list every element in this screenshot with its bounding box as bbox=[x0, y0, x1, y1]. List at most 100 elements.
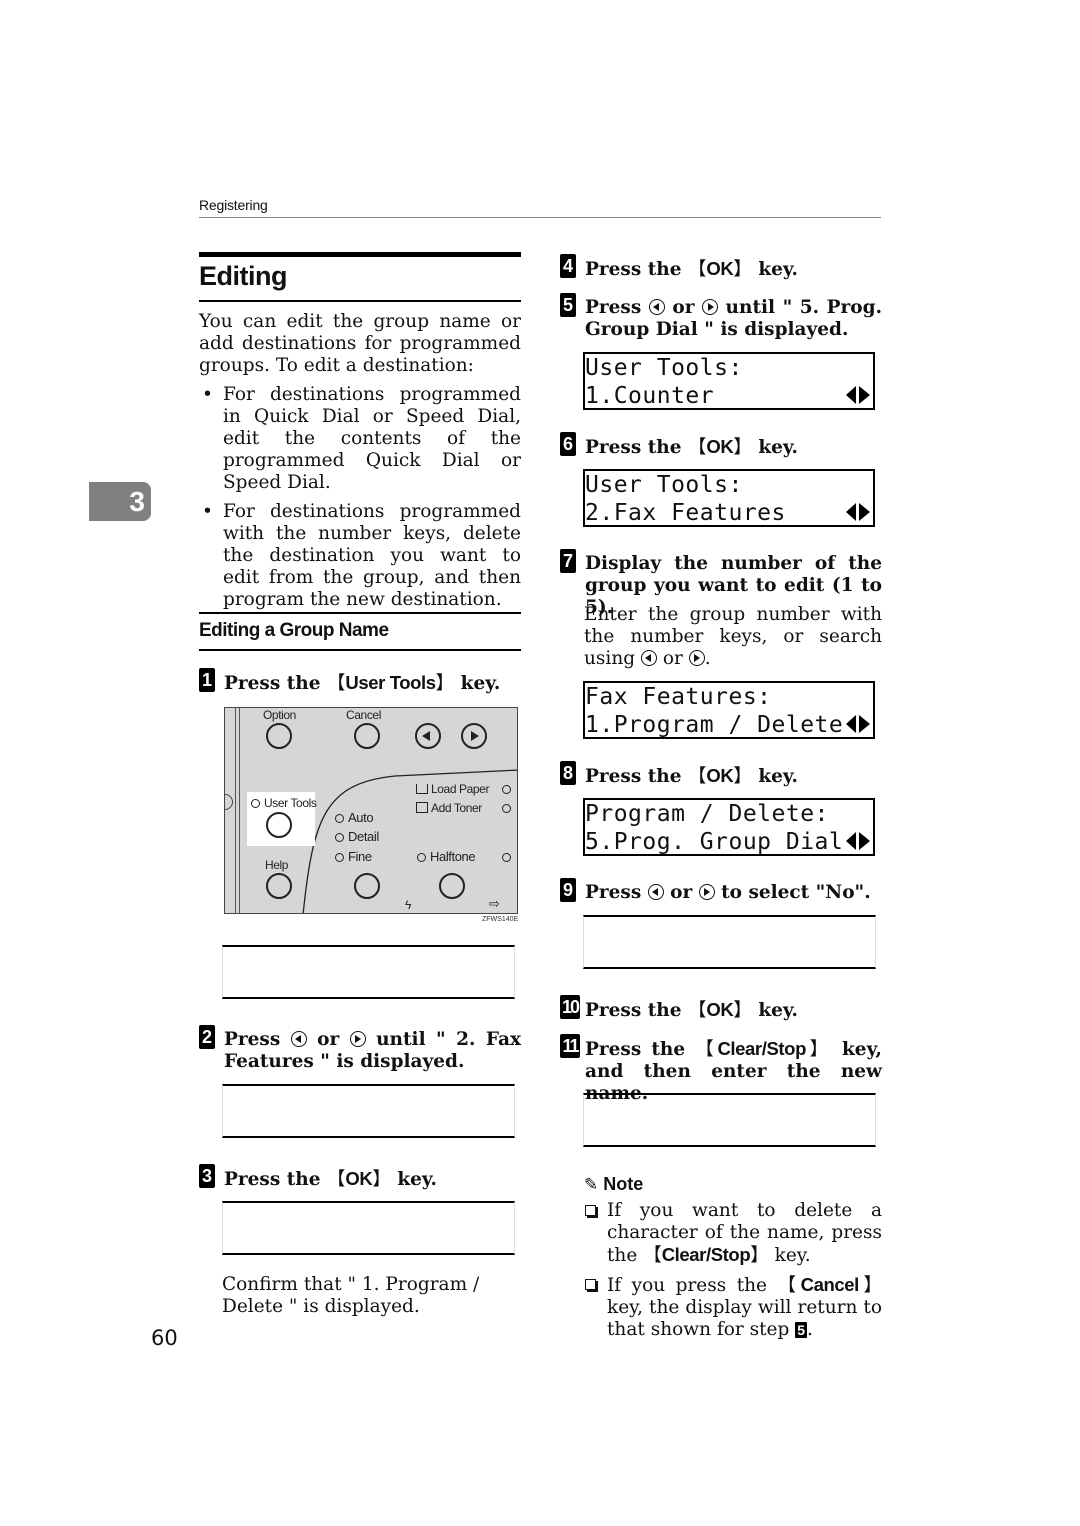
fine-text: Fine bbox=[348, 849, 372, 864]
lcd-line-1: User Tools: bbox=[585, 355, 743, 381]
halftone-label: Halftone bbox=[417, 849, 476, 864]
step-text: Press the bbox=[585, 259, 688, 280]
bracket-open: 【 bbox=[687, 437, 707, 458]
section-title: Editing bbox=[199, 261, 287, 291]
step-number: 11 bbox=[560, 1034, 580, 1058]
step-text: Press the bbox=[585, 1000, 688, 1021]
fine-led bbox=[335, 853, 344, 862]
bracket-open: 【 bbox=[695, 1039, 718, 1060]
display-placeholder bbox=[583, 915, 876, 969]
bullet-list: For destinations programmed in Quick Dia… bbox=[199, 384, 521, 618]
help-label: Help bbox=[265, 858, 289, 872]
step-text: key. bbox=[751, 766, 798, 787]
step-9: 9 Press or to select "No". bbox=[560, 878, 882, 904]
left-arrow-icon bbox=[647, 884, 664, 900]
display-placeholder bbox=[222, 945, 515, 999]
step-text: Press the bbox=[585, 437, 688, 458]
user-tools-text: User Tools bbox=[264, 796, 317, 810]
detail-led bbox=[335, 833, 344, 842]
halftone-led bbox=[417, 853, 426, 862]
load-paper-icon bbox=[416, 784, 428, 794]
step-text: Press the bbox=[585, 1039, 696, 1060]
bracket-close: 】 bbox=[733, 259, 752, 280]
bracket-open: 【 bbox=[687, 259, 707, 280]
add-toner-icon bbox=[416, 802, 428, 813]
key-user-tools: User Tools bbox=[345, 672, 436, 693]
note-item: If you want to delete a character of the… bbox=[584, 1200, 882, 1267]
step-text: or bbox=[306, 1029, 350, 1050]
step-number: 5 bbox=[560, 293, 576, 317]
pencil-icon: ✎ bbox=[584, 1175, 599, 1194]
lcd-display: User Tools: 1.Counter bbox=[583, 352, 875, 410]
step-7-note: Enter the group number with the number k… bbox=[584, 604, 882, 670]
step-text: Press bbox=[585, 882, 648, 903]
scroll-arrows-icon bbox=[846, 715, 870, 733]
note-item: If you press the 【Cancel】 key, the displ… bbox=[584, 1274, 882, 1341]
bracket-close: 】 bbox=[733, 1000, 752, 1021]
intro-paragraph: You can edit the group name or add desti… bbox=[199, 311, 521, 376]
bracket-close: 】 bbox=[805, 1039, 832, 1060]
add-toner-label: Add Toner bbox=[416, 801, 482, 815]
step-number: 7 bbox=[560, 549, 576, 573]
step-reference[interactable]: 5 bbox=[795, 1322, 807, 1338]
step-text: key. bbox=[751, 437, 798, 458]
step-5: 5 Press or until " 5. Prog. Group Dial "… bbox=[560, 293, 882, 341]
user-tools-led bbox=[251, 799, 260, 808]
auto-text: Auto bbox=[348, 810, 374, 825]
right-arrow-icon bbox=[698, 884, 715, 900]
key-cancel: Cancel bbox=[800, 1274, 860, 1295]
user-tools-button[interactable] bbox=[266, 812, 292, 838]
display-placeholder bbox=[583, 1093, 876, 1147]
key-ok: OK bbox=[706, 436, 734, 457]
note-text: Enter the group number with the number k… bbox=[584, 604, 882, 669]
step-text: key. bbox=[454, 673, 501, 694]
note-text: or bbox=[656, 648, 689, 669]
left-arrow-icon bbox=[640, 650, 657, 666]
step-number: 1 bbox=[199, 668, 215, 692]
lcd-line-2: 1.Program / Delete bbox=[585, 712, 844, 738]
resolution-button[interactable] bbox=[354, 873, 380, 899]
checkbox-icon bbox=[585, 1205, 596, 1216]
step-1: 1 Press the 【User Tools】 key. bbox=[199, 668, 521, 695]
running-head: Registering bbox=[199, 197, 268, 213]
key-ok: OK bbox=[706, 258, 734, 279]
key-clear-stop: Clear/Stop bbox=[661, 1244, 751, 1265]
step-number: 2 bbox=[199, 1025, 215, 1049]
step-number: 8 bbox=[560, 761, 576, 785]
bullet-item: For destinations programmed with the num… bbox=[199, 501, 521, 611]
scroll-arrows-icon bbox=[846, 386, 870, 404]
step-text: key. bbox=[390, 1169, 437, 1190]
step-2: 2 Press or until " 2. Fax Features " is … bbox=[199, 1025, 521, 1073]
step-text: Press bbox=[224, 1029, 291, 1050]
bracket-open: 【 bbox=[687, 766, 707, 787]
indicator-led bbox=[502, 804, 511, 813]
left-arrow-icon bbox=[290, 1031, 307, 1047]
lcd-display: Program / Delete: 5.Prog. Group Dial bbox=[583, 798, 875, 856]
step-number: 3 bbox=[199, 1164, 215, 1188]
title-bar bbox=[199, 252, 521, 257]
halftone-button[interactable] bbox=[439, 873, 465, 899]
lcd-line-2: 5.Prog. Group Dial bbox=[585, 829, 844, 855]
step-number: 9 bbox=[560, 878, 576, 902]
bracket-open: 【 bbox=[687, 1000, 707, 1021]
bracket-close: 】 bbox=[435, 673, 455, 694]
subsection-rule-bottom bbox=[199, 649, 521, 651]
bracket-open: 【 bbox=[643, 1245, 662, 1266]
step-text: Press the bbox=[224, 673, 327, 694]
load-paper-text: Load Paper bbox=[431, 782, 490, 796]
step-3: 3 Press the 【OK】 key. bbox=[199, 1164, 521, 1191]
control-panel-illustration: Option Cancel User Tools Help Auto Detai… bbox=[224, 707, 518, 914]
step-8: 8 Press the 【OK】 key. bbox=[560, 761, 882, 788]
lcd-line-2: 2.Fax Features bbox=[585, 500, 786, 526]
left-arrow-icon bbox=[648, 299, 665, 315]
right-arrow-icon bbox=[688, 650, 705, 666]
help-button[interactable] bbox=[266, 873, 292, 899]
detail-text: Detail bbox=[348, 829, 379, 844]
chapter-tab[interactable]: 3 bbox=[89, 482, 151, 521]
note-text: . bbox=[806, 1319, 813, 1340]
subsection-title: Editing a Group Name bbox=[199, 620, 389, 641]
display-placeholder bbox=[222, 1201, 515, 1255]
display-placeholder bbox=[222, 1084, 515, 1138]
note-heading: ✎ Note bbox=[584, 1174, 643, 1195]
key-clear-stop: Clear/Stop bbox=[717, 1038, 806, 1059]
